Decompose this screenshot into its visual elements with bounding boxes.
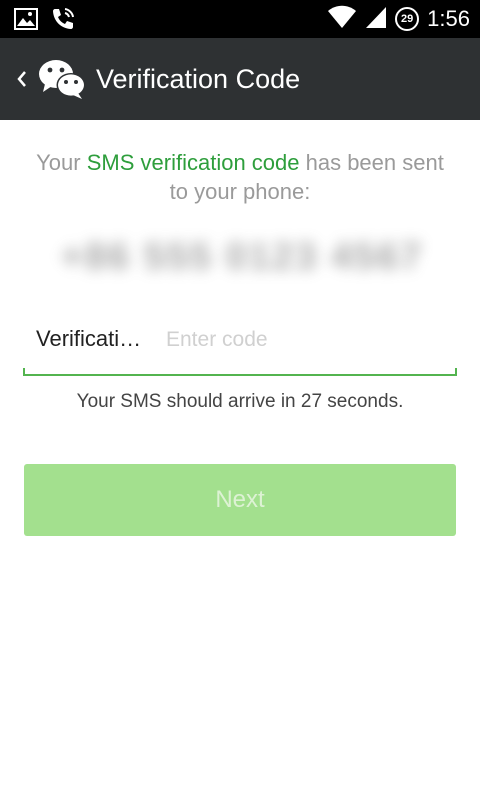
- verification-code-input[interactable]: [166, 322, 446, 358]
- intro-highlight: SMS verification code: [86, 150, 300, 175]
- sms-countdown: Your SMS should arrive in 27 seconds.: [76, 391, 404, 412]
- phone-number: +86 555 0123 4567: [60, 235, 424, 278]
- next-button[interactable]: Next: [24, 464, 456, 536]
- page-title: Verification Code: [96, 64, 301, 94]
- clock: 1:56: [427, 6, 470, 31]
- notification-badge: 29: [395, 7, 420, 31]
- status-bar: 29 1:56: [0, 0, 480, 38]
- verification-code-label: Verification Code: [36, 326, 150, 351]
- signal-icon: [365, 5, 387, 34]
- chevron-left-icon: [17, 71, 26, 87]
- wechat-logo-icon: [38, 58, 86, 100]
- app-bar: Verification Code: [0, 38, 480, 120]
- verification-code-field: Verification Code: [23, 316, 457, 376]
- intro-message: Your SMS verification code has been sent…: [30, 148, 450, 206]
- back-button[interactable]: [12, 64, 32, 94]
- image-icon: [14, 8, 38, 35]
- phone-number-redacted: +86 555 0123 4567: [40, 228, 444, 286]
- status-right-icons: 29 1:56: [327, 0, 470, 38]
- status-left-icons: [14, 6, 76, 37]
- call-icon: [50, 6, 76, 37]
- intro-prefix: Your: [36, 150, 87, 175]
- wifi-icon: [327, 5, 357, 34]
